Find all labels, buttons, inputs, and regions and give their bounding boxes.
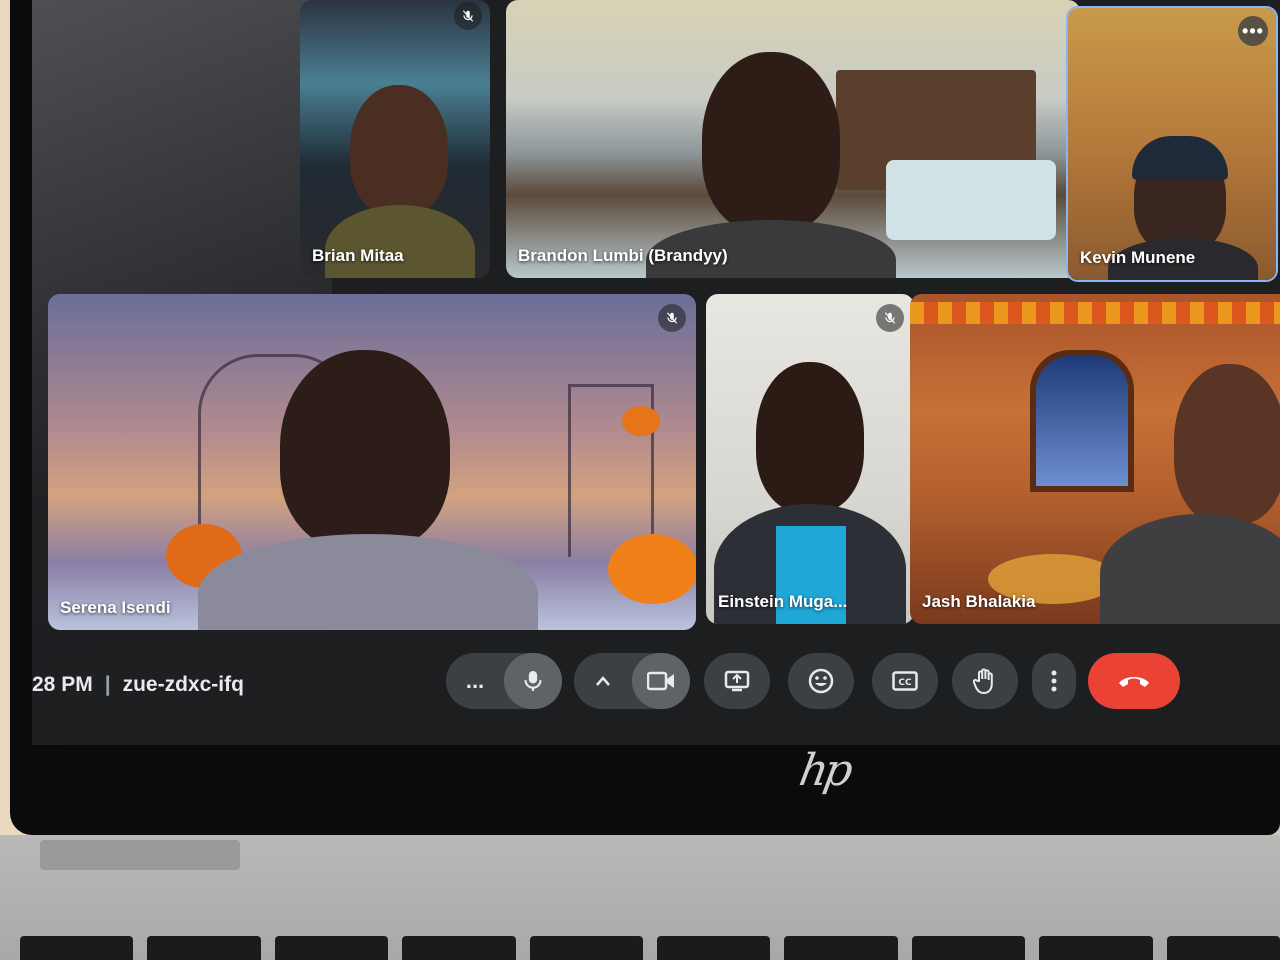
keyboard-key <box>1039 936 1153 960</box>
participant-video <box>280 350 450 550</box>
keyboard-key <box>911 936 1026 960</box>
keyboard-key <box>657 936 771 960</box>
keyboard-key <box>529 936 644 960</box>
muted-mic-icon <box>658 304 686 332</box>
end-call-icon <box>1119 677 1149 687</box>
microphone-icon <box>524 671 542 691</box>
participant-tile-einstein[interactable]: Einstein Muga... <box>706 294 914 624</box>
marigold-garland <box>910 302 1280 324</box>
raise-hand-button[interactable] <box>952 653 1018 709</box>
participant-video <box>350 85 448 215</box>
microphone-button[interactable] <box>504 653 562 709</box>
svg-text:CC: CC <box>898 678 912 688</box>
participant-name: Jash Bhalakia <box>922 592 1036 611</box>
participant-tile-brian[interactable]: Brian Mitaa <box>300 0 490 278</box>
muted-mic-icon <box>876 304 904 332</box>
keyboard-row <box>20 936 1280 960</box>
pumpkin-small <box>622 406 660 436</box>
meeting-screen: Brian Mitaa Brandon Lumbi (Brandyy) ••• … <box>32 0 1280 745</box>
participant-tile-kevin[interactable]: ••• Kevin Munene <box>1066 6 1278 282</box>
meeting-info: 28 PM | zue-zdxc-ifq <box>32 673 244 697</box>
camera-button[interactable] <box>632 653 690 709</box>
participant-tile-serena[interactable]: Serena Isendi <box>48 294 696 630</box>
emoji-icon <box>808 668 834 694</box>
chevron-up-icon <box>596 676 610 686</box>
captions-icon: CC <box>892 671 918 691</box>
present-screen-icon <box>724 670 750 692</box>
camera-icon <box>647 671 674 691</box>
more-options-button[interactable] <box>1032 653 1076 709</box>
keyboard-key <box>274 936 389 960</box>
reactions-button[interactable] <box>788 653 854 709</box>
present-screen-button[interactable] <box>704 653 770 709</box>
participant-tile-brandon[interactable]: Brandon Lumbi (Brandyy) <box>506 0 1080 278</box>
keyboard-key <box>147 936 261 960</box>
video-options-button[interactable] <box>574 653 632 709</box>
pumpkin-right <box>608 534 696 604</box>
muted-mic-icon <box>454 2 482 30</box>
captions-button[interactable]: CC <box>872 653 938 709</box>
participant-tile-jash[interactable]: Jash Bhalakia <box>910 294 1280 624</box>
participant-name: Serena Isendi <box>60 598 171 617</box>
keyboard-key <box>20 936 134 960</box>
more-options-icon: ... <box>465 668 485 693</box>
camera-control-group <box>574 653 690 709</box>
participant-name: Einstein Muga... <box>718 592 848 611</box>
participant-name: Brian Mitaa <box>312 246 404 265</box>
boat-seat <box>886 160 1056 240</box>
participant-video <box>1174 364 1280 524</box>
raise-hand-icon <box>973 668 993 695</box>
vertical-dots-icon <box>1051 670 1057 692</box>
meeting-time: 28 PM <box>32 673 93 696</box>
keyboard-key <box>1166 936 1280 960</box>
leave-call-button[interactable] <box>1088 653 1180 709</box>
audio-options-button[interactable]: ... <box>446 653 504 709</box>
more-options-icon[interactable]: ••• <box>1238 16 1268 46</box>
info-separator: | <box>104 673 111 696</box>
keyboard-key <box>784 936 898 960</box>
window <box>1030 350 1134 492</box>
participant-video <box>756 362 864 512</box>
participant-name: Brandon Lumbi (Brandyy) <box>518 246 728 265</box>
keyboard-key <box>402 936 516 960</box>
mic-control-group: ... <box>446 653 562 709</box>
meeting-code: zue-zdxc-ifq <box>122 673 244 696</box>
laptop-hinge <box>40 840 240 870</box>
hp-logo: hp <box>795 745 854 796</box>
laptop-bezel: Brian Mitaa Brandon Lumbi (Brandyy) ••• … <box>10 0 1280 835</box>
participant-name: Kevin Munene <box>1080 248 1196 267</box>
participant-video <box>702 52 840 232</box>
